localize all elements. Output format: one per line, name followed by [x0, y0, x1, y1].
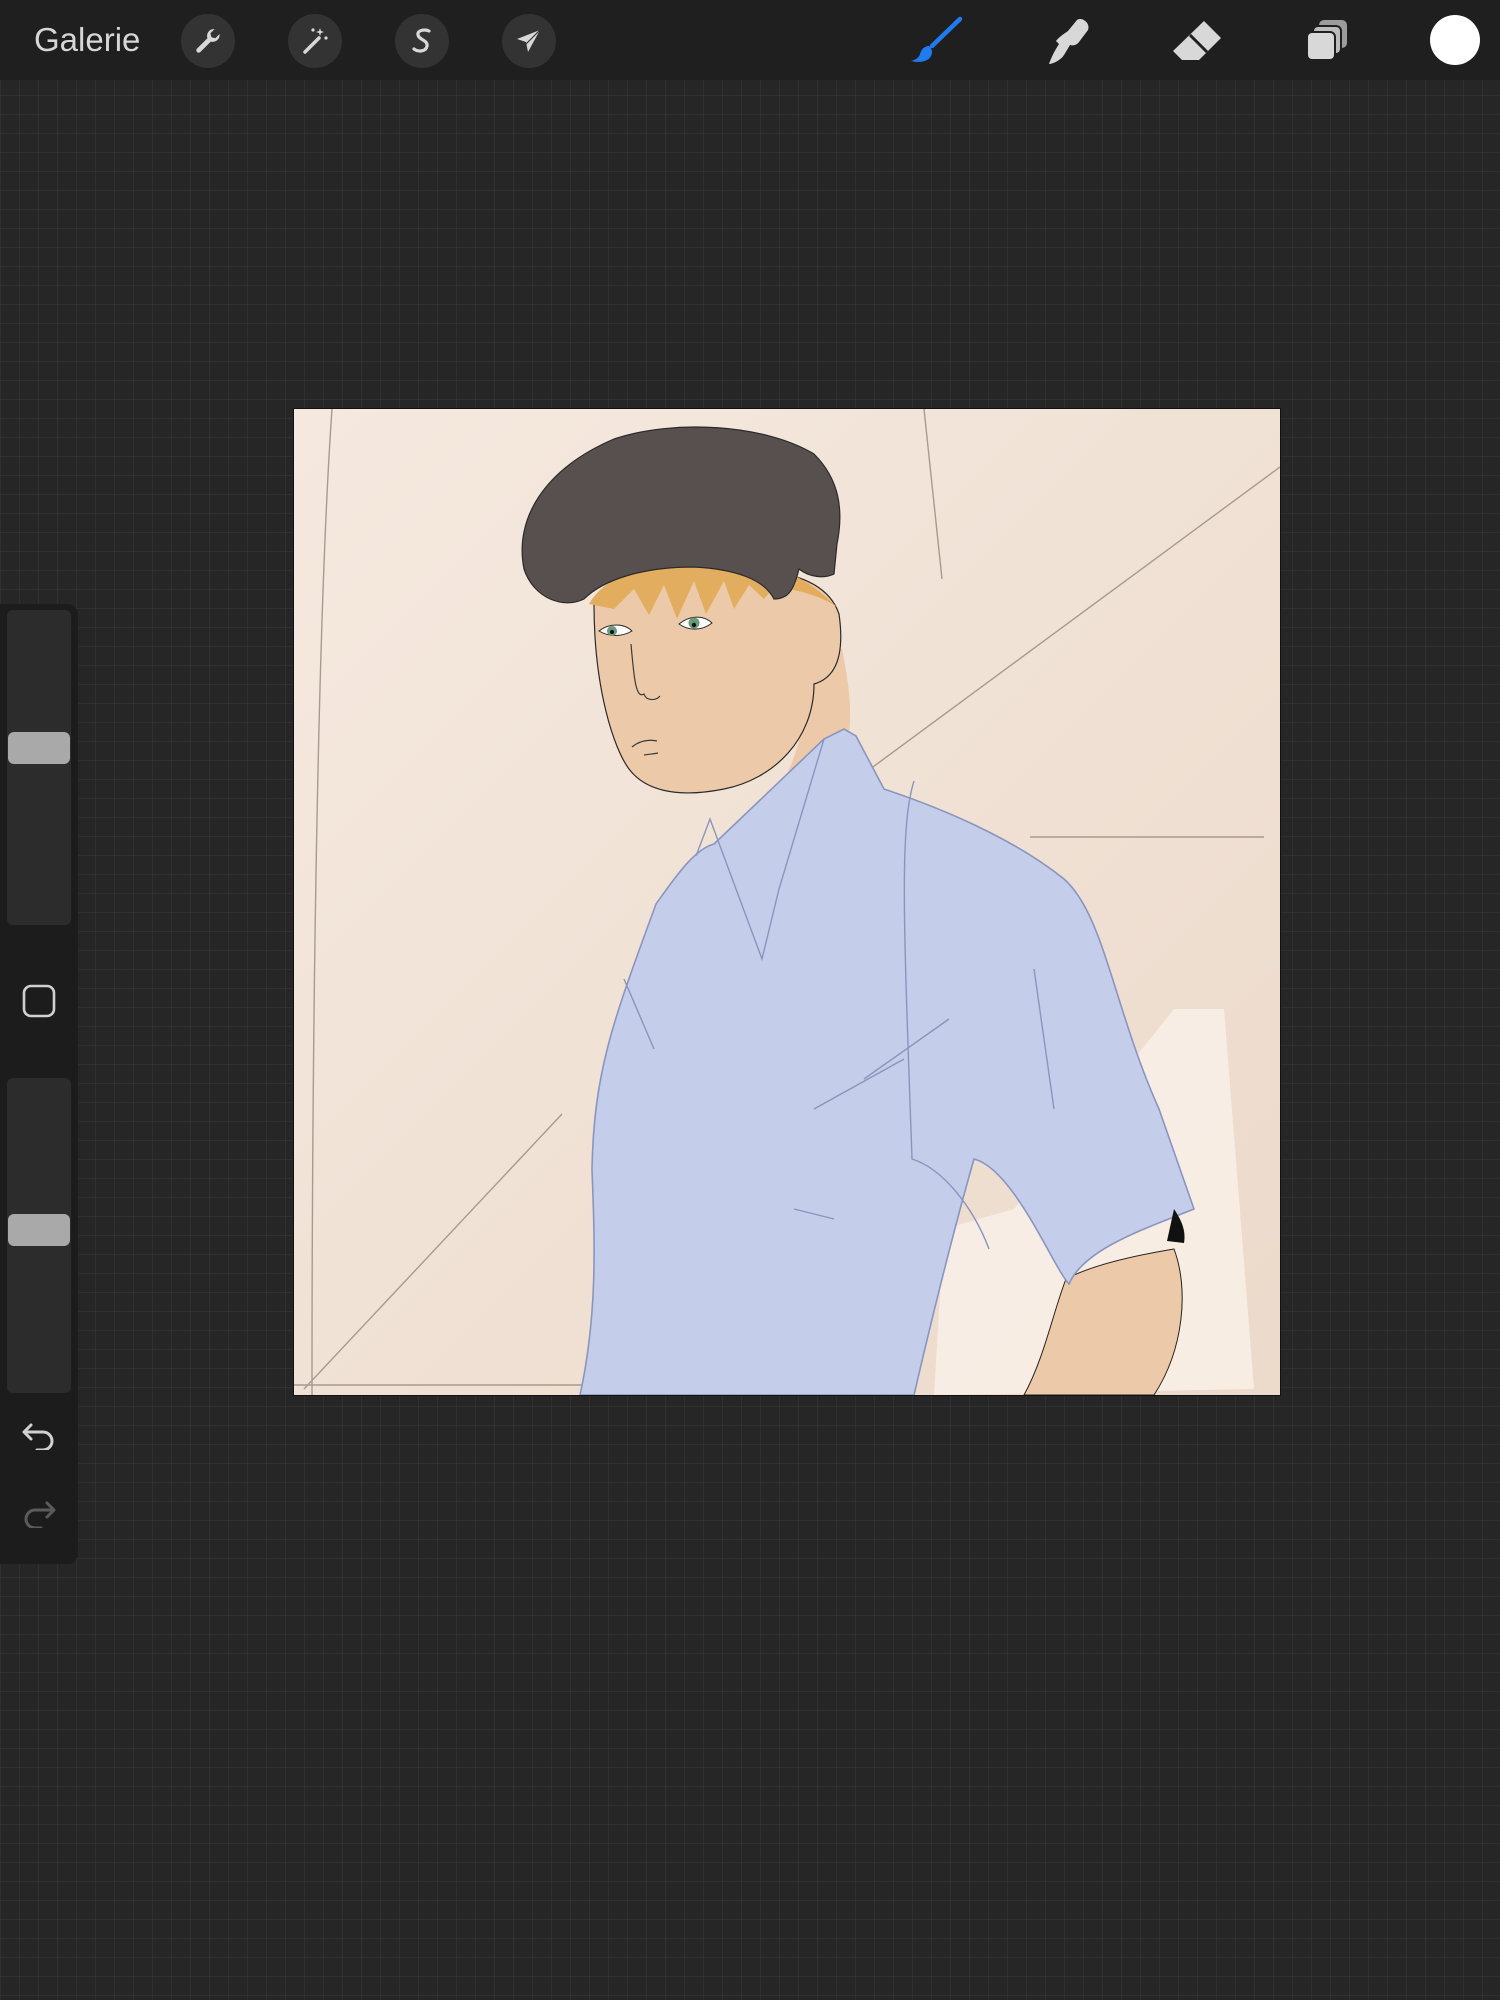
- layers-button[interactable]: [1297, 12, 1357, 70]
- top-toolbar: Galerie: [0, 0, 1500, 80]
- drawing-canvas[interactable]: [294, 409, 1280, 1395]
- eraser-icon: [1170, 18, 1224, 64]
- actions-button[interactable]: [181, 14, 235, 68]
- redo-button[interactable]: [18, 1494, 60, 1536]
- color-picker-button[interactable]: [1430, 15, 1480, 65]
- brush-icon: [908, 16, 964, 66]
- square-icon: [22, 984, 56, 1023]
- arrow-cursor-icon: [513, 25, 545, 57]
- gallery-button[interactable]: Galerie: [34, 20, 140, 60]
- brush-size-slider[interactable]: [7, 610, 71, 925]
- layers-icon: [1303, 17, 1351, 65]
- undo-arrow-icon: [21, 1420, 57, 1455]
- selection-button[interactable]: [395, 14, 449, 68]
- brush-button[interactable]: [906, 12, 966, 70]
- adjustments-button[interactable]: [288, 14, 342, 68]
- brush-size-thumb[interactable]: [8, 732, 70, 764]
- undo-button[interactable]: [18, 1416, 60, 1458]
- modify-button[interactable]: [20, 984, 58, 1022]
- brush-sidebar: [0, 604, 78, 1564]
- brush-opacity-slider[interactable]: [7, 1078, 71, 1393]
- redo-arrow-icon: [21, 1498, 57, 1533]
- selection-s-icon: [406, 25, 438, 57]
- smudge-icon: [1041, 15, 1095, 67]
- smudge-button[interactable]: [1038, 12, 1098, 70]
- brush-opacity-thumb[interactable]: [8, 1214, 70, 1246]
- transform-button[interactable]: [502, 14, 556, 68]
- eraser-button[interactable]: [1167, 12, 1227, 70]
- wrench-icon: [192, 25, 224, 57]
- magic-wand-icon: [299, 25, 331, 57]
